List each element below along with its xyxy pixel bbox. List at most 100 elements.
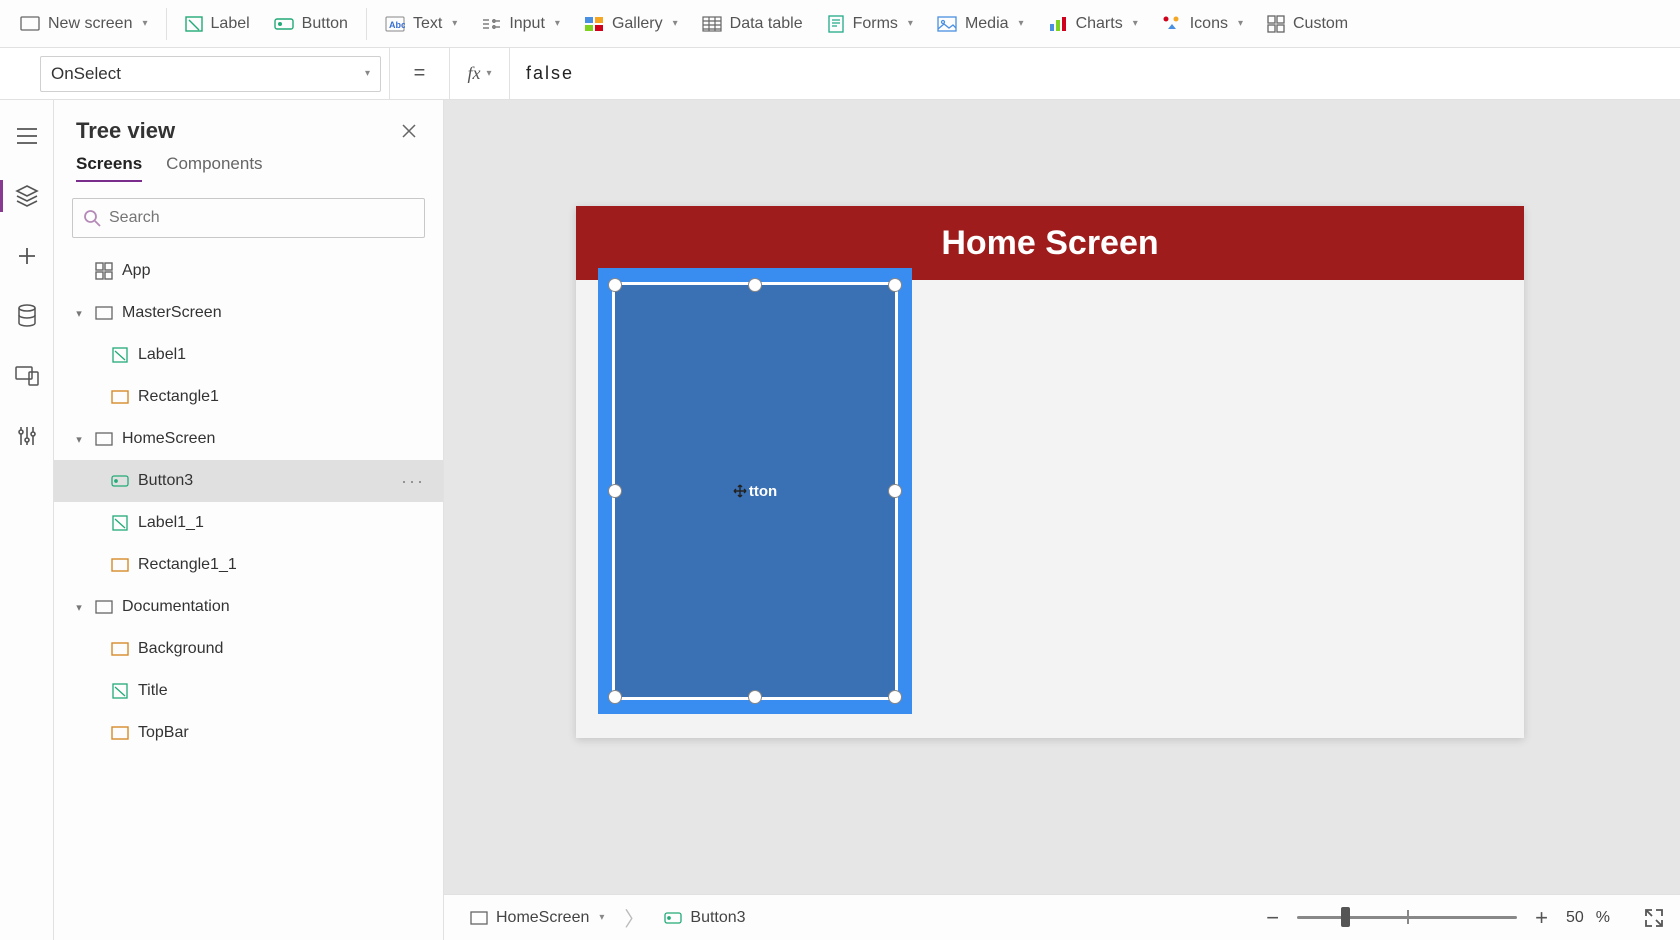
custom-menu-label: Custom: [1293, 15, 1348, 33]
left-rail: [0, 100, 54, 940]
insert-label-text: Label: [211, 15, 250, 33]
data-table-button[interactable]: Data table: [690, 9, 815, 39]
tree-item-masterscreen[interactable]: ▾ MasterScreen: [54, 292, 443, 334]
tree-label: Label1_1: [138, 514, 429, 532]
resize-handle-ml[interactable]: [608, 484, 622, 498]
new-screen-menu[interactable]: New screen ▾: [8, 9, 160, 39]
charts-menu-label: Charts: [1076, 15, 1123, 33]
zoom-out-button[interactable]: −: [1260, 905, 1285, 931]
breadcrumb-screen[interactable]: HomeScreen ▾: [460, 905, 614, 931]
screen-icon: [20, 16, 40, 32]
tree-title: Tree view: [76, 118, 175, 144]
tree-item-title[interactable]: Title: [54, 670, 443, 712]
tree-item-rectangle1[interactable]: Rectangle1: [54, 376, 443, 418]
gallery-menu-label: Gallery: [612, 15, 663, 33]
tree-label: Label1: [138, 346, 429, 364]
rectangle-icon: [110, 555, 130, 575]
formula-value: false: [526, 63, 574, 84]
fullscreen-button[interactable]: [1644, 908, 1664, 928]
breadcrumb-element-label: Button3: [690, 909, 745, 927]
custom-icon: [1267, 15, 1285, 33]
tree-close-button[interactable]: [397, 119, 421, 143]
tree-label: Documentation: [122, 598, 429, 616]
chevron-down-icon[interactable]: ▾: [72, 601, 86, 614]
label-icon: [110, 513, 130, 533]
tree-item-background[interactable]: Background: [54, 628, 443, 670]
insert-button[interactable]: Button: [262, 9, 360, 39]
ribbon-separator: [366, 8, 367, 40]
button-icon: [110, 471, 130, 491]
media-tab[interactable]: [0, 346, 54, 406]
tree-item-button3[interactable]: Button3 ···: [54, 460, 443, 502]
tree-search-input[interactable]: [109, 209, 414, 227]
selection-box[interactable]: tton: [598, 268, 912, 714]
chevron-down-icon[interactable]: ▾: [72, 307, 86, 320]
resize-handle-tl[interactable]: [608, 278, 622, 292]
forms-icon: [827, 15, 845, 33]
insert-label[interactable]: Label: [173, 9, 262, 39]
resize-handle-bm[interactable]: [748, 690, 762, 704]
resize-handle-bl[interactable]: [608, 690, 622, 704]
label-icon: [185, 15, 203, 33]
canvas-area: Home Screen tton: [444, 100, 1680, 940]
selected-button3[interactable]: tton: [612, 282, 898, 700]
canvas-viewport[interactable]: Home Screen tton: [444, 100, 1680, 894]
tab-components-label: Components: [166, 154, 262, 173]
property-selector[interactable]: OnSelect ▾: [40, 56, 381, 92]
sliders-icon: [16, 425, 38, 447]
rectangle-icon: [110, 723, 130, 743]
tree-label: TopBar: [138, 724, 429, 742]
tree-item-topbar[interactable]: TopBar: [54, 712, 443, 754]
chevron-down-icon: ▾: [452, 18, 457, 29]
input-icon: [481, 16, 501, 32]
resize-handle-tr[interactable]: [888, 278, 902, 292]
devices-icon: [15, 366, 39, 386]
tree-label: Button3: [138, 472, 389, 490]
breadcrumb-element[interactable]: Button3: [654, 905, 755, 931]
forms-menu[interactable]: Forms ▾: [815, 9, 925, 39]
tree-item-app[interactable]: App: [54, 250, 443, 292]
chevron-down-icon[interactable]: ▾: [72, 433, 86, 446]
input-menu-label: Input: [509, 15, 545, 33]
resize-handle-br[interactable]: [888, 690, 902, 704]
resize-handle-mr[interactable]: [888, 484, 902, 498]
tree-item-homescreen[interactable]: ▾ HomeScreen: [54, 418, 443, 460]
advanced-tab[interactable]: [0, 406, 54, 466]
tree-item-label1-1[interactable]: Label1_1: [54, 502, 443, 544]
plus-icon: [16, 245, 38, 267]
chevron-down-icon: ▾: [1019, 18, 1024, 29]
media-menu-label: Media: [965, 15, 1009, 33]
tree-view-tab[interactable]: [0, 166, 54, 226]
tab-components[interactable]: Components: [166, 154, 262, 182]
tree-item-more[interactable]: ···: [397, 471, 429, 492]
screen-icon: [470, 911, 488, 925]
tree-search[interactable]: [72, 198, 425, 238]
tree-search-wrap: [54, 192, 443, 250]
zoom-knob[interactable]: [1341, 907, 1350, 927]
tree-label: Rectangle1_1: [138, 556, 429, 574]
rectangle-icon: [110, 639, 130, 659]
gallery-menu[interactable]: Gallery ▾: [572, 9, 690, 39]
icons-menu[interactable]: Icons ▾: [1150, 9, 1255, 39]
hamburger-button[interactable]: [0, 106, 54, 166]
media-menu[interactable]: Media ▾: [925, 9, 1036, 39]
data-tab[interactable]: [0, 286, 54, 346]
forms-menu-label: Forms: [853, 15, 898, 33]
move-cursor-icon: [733, 484, 747, 498]
resize-handle-tm[interactable]: [748, 278, 762, 292]
zoom-in-button[interactable]: +: [1529, 905, 1554, 931]
tree-item-rectangle1-1[interactable]: Rectangle1_1: [54, 544, 443, 586]
insert-tab[interactable]: [0, 226, 54, 286]
tree-item-label1[interactable]: Label1: [54, 334, 443, 376]
charts-menu[interactable]: Charts ▾: [1036, 9, 1150, 39]
tree-item-documentation[interactable]: ▾ Documentation: [54, 586, 443, 628]
zoom-tick: [1407, 910, 1409, 924]
formula-input[interactable]: false: [510, 48, 1680, 99]
input-menu[interactable]: Input ▾: [469, 9, 572, 39]
fx-button[interactable]: fx ▾: [450, 48, 510, 99]
button-icon: [274, 16, 294, 32]
zoom-slider[interactable]: [1297, 915, 1517, 921]
custom-menu[interactable]: Custom: [1255, 9, 1360, 39]
tab-screens[interactable]: Screens: [76, 154, 142, 182]
text-menu[interactable]: Abc Text ▾: [373, 9, 469, 39]
